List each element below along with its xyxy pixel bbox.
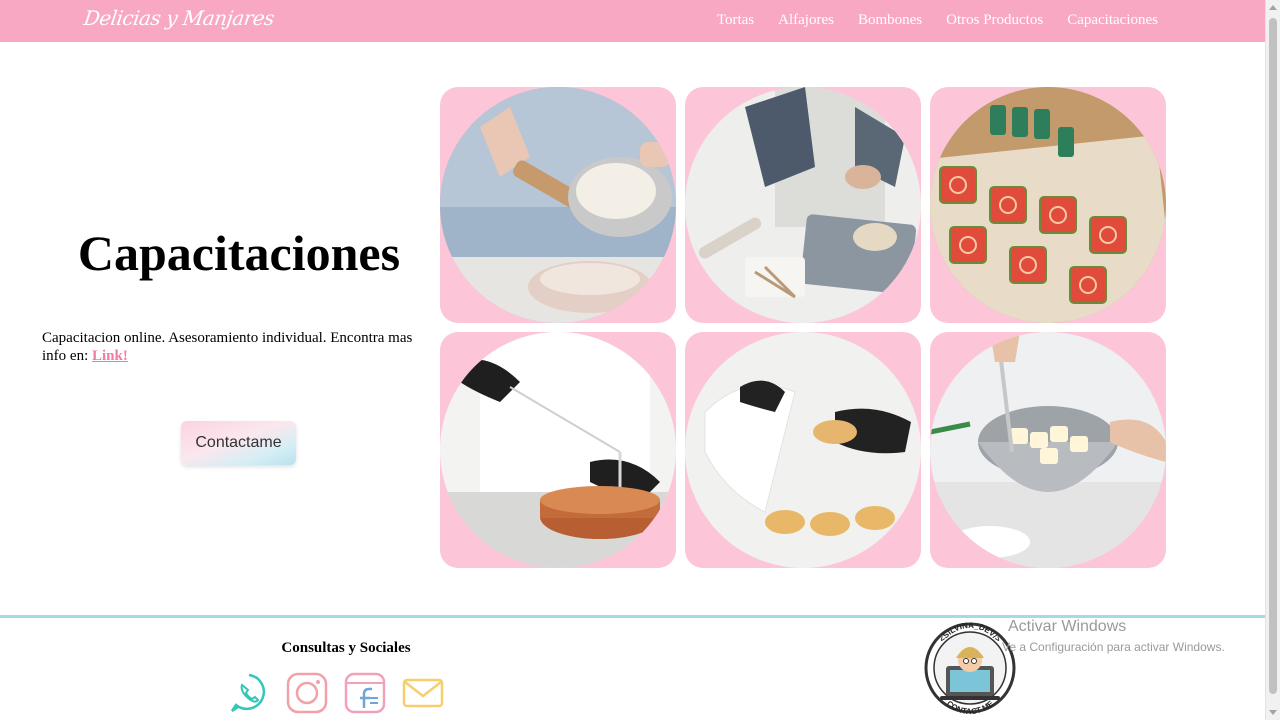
nav-links: Tortas Alfajores Bombones Otros Producto… [717, 12, 1158, 29]
footer-title: Consultas y Sociales [281, 640, 411, 656]
scroll-down-icon[interactable] [1269, 710, 1277, 715]
cutting-cake-photo [440, 332, 676, 568]
gallery-card [930, 87, 1166, 323]
hero-description: Capacitacion online. Asesoramiento indiv… [42, 329, 426, 365]
nav-link-alfajores[interactable]: Alfajores [778, 12, 834, 29]
scrollbar-thumb[interactable] [1269, 18, 1277, 694]
vertical-scrollbar[interactable] [1265, 0, 1280, 720]
scroll-up-icon[interactable] [1269, 5, 1277, 10]
contact-button[interactable]: Contactame [181, 421, 296, 465]
nav-link-tortas[interactable]: Tortas [717, 12, 754, 29]
mixing-bowl-photo [930, 332, 1166, 568]
piping-cookies-photo [685, 332, 921, 568]
watermark-title: Activar Windows [1008, 618, 1127, 635]
social-links [228, 672, 444, 714]
email-icon[interactable] [402, 672, 444, 714]
gallery-card [930, 332, 1166, 568]
navbar: Delicias y Manjares Tortas Alfajores Bom… [0, 0, 1266, 42]
nav-link-bombones[interactable]: Bombones [858, 12, 922, 29]
developer-sticker[interactable]: <SILVINA_DEV/> CONTACT ME [924, 620, 1016, 716]
windows-activation-watermark: Activar Windows Ve a Configuración para … [1002, 618, 1225, 654]
spiral-cookies-photo [930, 87, 1166, 323]
gallery-card [440, 87, 676, 323]
gallery-card [685, 332, 921, 568]
instagram-icon[interactable] [286, 672, 328, 714]
brand-logo[interactable]: Delicias y Manjares [82, 6, 275, 30]
gallery-card [440, 332, 676, 568]
page-title: Capacitaciones [77, 225, 401, 281]
whatsapp-icon[interactable] [228, 672, 270, 714]
sifting-flour-photo [440, 87, 676, 323]
kneading-dough-photo [685, 87, 921, 323]
facebook-icon[interactable] [344, 672, 386, 714]
photo-gallery [440, 87, 1166, 568]
watermark-subtitle: Ve a Configuración para activar Windows. [1002, 640, 1225, 654]
gallery-card [685, 87, 921, 323]
info-link[interactable]: Link! [92, 348, 128, 364]
nav-link-otros-productos[interactable]: Otros Productos [946, 12, 1043, 29]
nav-link-capacitaciones[interactable]: Capacitaciones [1067, 12, 1158, 29]
